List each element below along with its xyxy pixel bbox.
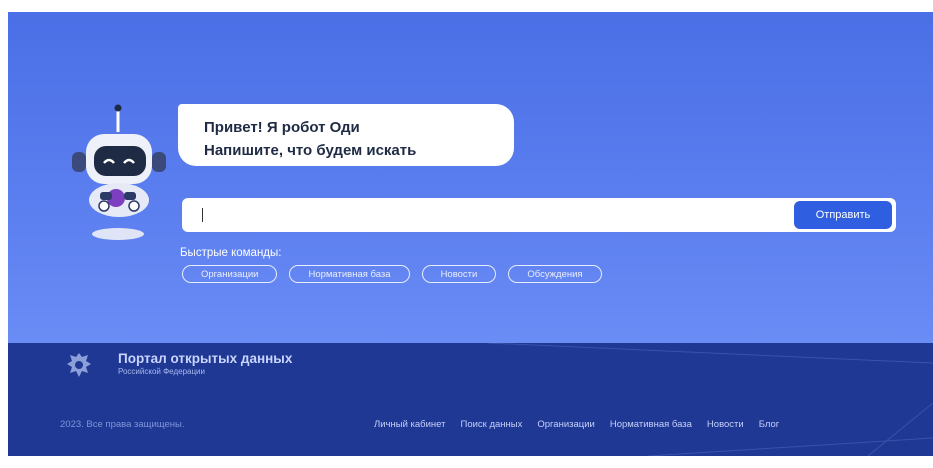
footer-link-data-search[interactable]: Поиск данных bbox=[460, 419, 522, 430]
search-input[interactable] bbox=[206, 198, 770, 234]
footer-link-news[interactable]: Новости bbox=[707, 419, 744, 430]
greeting-bubble: Привет! Я робот Оди Напишите, что будем … bbox=[178, 104, 514, 166]
portal-title[interactable]: Портал открытых данных bbox=[118, 351, 292, 366]
greeting-line-1: Привет! Я робот Оди bbox=[204, 119, 360, 136]
footer-link-blog[interactable]: Блог bbox=[759, 419, 780, 430]
footer: Портал открытых данных Российской Федера… bbox=[8, 343, 933, 456]
portal-subtitle: Российской Федерации bbox=[118, 367, 205, 376]
hero-section: Привет! Я робот Оди Напишите, что будем … bbox=[8, 12, 933, 343]
footer-link-organizations[interactable]: Организации bbox=[537, 419, 594, 430]
quick-commands-title: Быстрые команды: bbox=[180, 247, 282, 259]
text-cursor bbox=[202, 208, 203, 222]
greeting-line-2: Напишите, что будем искать bbox=[204, 142, 417, 159]
coat-of-arms-icon bbox=[67, 353, 91, 377]
page-frame: Привет! Я робот Оди Напишите, что будем … bbox=[8, 12, 933, 456]
send-button[interactable]: Отправить bbox=[794, 201, 892, 229]
robot-mascot-icon bbox=[72, 104, 166, 240]
search-bar: Отправить bbox=[182, 198, 896, 234]
chip-organizations[interactable]: Организации bbox=[182, 265, 278, 283]
footer-link-account[interactable]: Личный кабинет bbox=[374, 419, 445, 430]
chip-normative-base[interactable]: Нормативная база bbox=[289, 265, 410, 283]
copyright: 2023. Все права защищены. bbox=[60, 419, 185, 430]
chip-news[interactable]: Новости bbox=[421, 265, 497, 283]
footer-link-normative-base[interactable]: Нормативная база bbox=[610, 419, 692, 430]
quick-commands-list: Организации Нормативная база Новости Обс… bbox=[182, 265, 602, 283]
chip-discussions[interactable]: Обсуждения bbox=[508, 265, 602, 283]
footer-nav: Личный кабинет Поиск данных Организации … bbox=[374, 419, 779, 430]
